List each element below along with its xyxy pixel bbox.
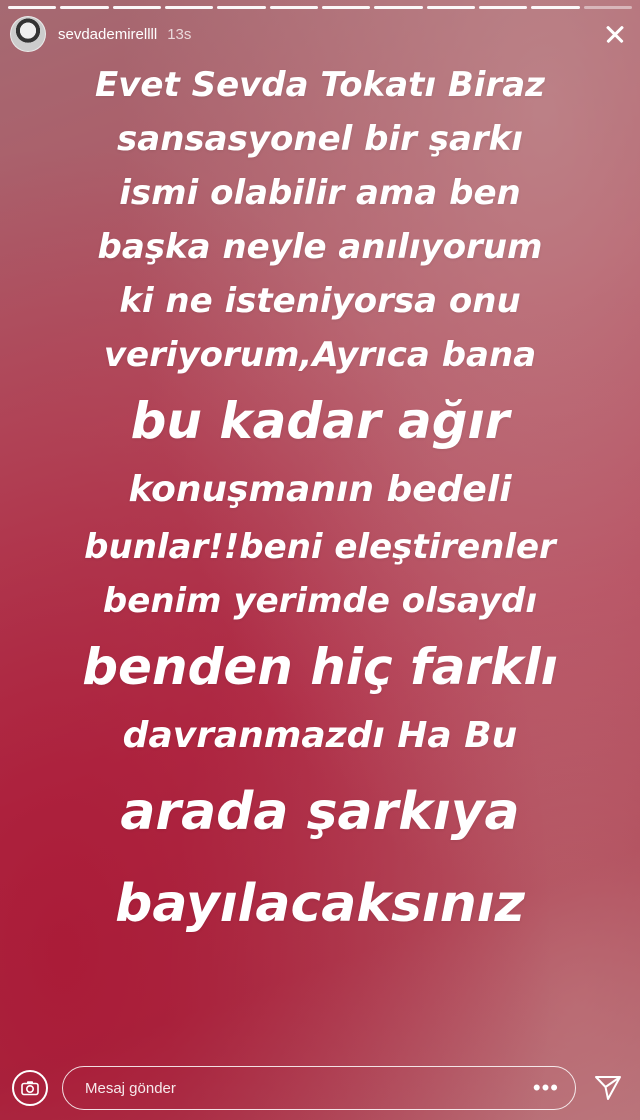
story-text-line: benim yerimde olsaydı [102, 581, 538, 621]
story-text-line: davranmazdı Ha Bu [122, 715, 518, 756]
progress-segment [321, 6, 371, 9]
username[interactable]: sevdademirellll [58, 26, 157, 43]
progress-segment [217, 6, 266, 9]
progress-segment [531, 6, 580, 9]
progress-segment [112, 6, 161, 9]
reply-field[interactable]: ••• [62, 1066, 576, 1110]
story-viewer[interactable]: sevdademirellll 13s Evet Sevda Tokatı Bi… [0, 0, 640, 1120]
story-text-line: bunlar!!beni eleştirenler [84, 527, 556, 567]
progress-segment [269, 6, 318, 9]
progress-segment [8, 6, 57, 9]
progress-segment [60, 6, 109, 9]
story-text-line: ki ne isteniyorsa onu [119, 281, 521, 321]
story-text-line: benden hiç farklı [82, 638, 558, 696]
story-footer: ••• [0, 1056, 640, 1120]
progress-segment-current [583, 6, 632, 9]
progress-segment [374, 6, 423, 9]
progress-segment [164, 6, 214, 9]
progress-segment [426, 6, 475, 9]
story-text-line: konuşmanın bedeli [128, 469, 512, 510]
story-text-line: veriyorum,Ayrıca bana [103, 335, 537, 375]
avatar[interactable] [10, 16, 46, 52]
story-text-line: ismi olabilir ama ben [119, 173, 521, 213]
send-icon[interactable] [590, 1070, 626, 1106]
camera-icon[interactable] [12, 1070, 48, 1106]
story-text-line: bayılacaksınız [115, 874, 525, 934]
story-text-line: başka neyle anılıyorum [97, 227, 543, 267]
story-header: sevdademirellll 13s [10, 14, 630, 54]
more-options-icon[interactable]: ••• [533, 1077, 559, 1099]
story-text-line: Evet Sevda Tokatı Biraz [95, 65, 545, 105]
story-text: Evet Sevda Tokatı Biraz sansasyonel bir … [20, 58, 620, 950]
timestamp: 13s [167, 25, 192, 43]
story-text-line: sansasyonel bir şarkı [117, 119, 523, 159]
story-progress-bar [8, 6, 632, 9]
close-icon[interactable] [600, 19, 630, 49]
progress-segment [478, 6, 528, 9]
story-text-line: arada şarkıya [120, 782, 520, 842]
story-text-line: bu kadar ağır [130, 392, 510, 450]
reply-input[interactable] [83, 1078, 533, 1098]
